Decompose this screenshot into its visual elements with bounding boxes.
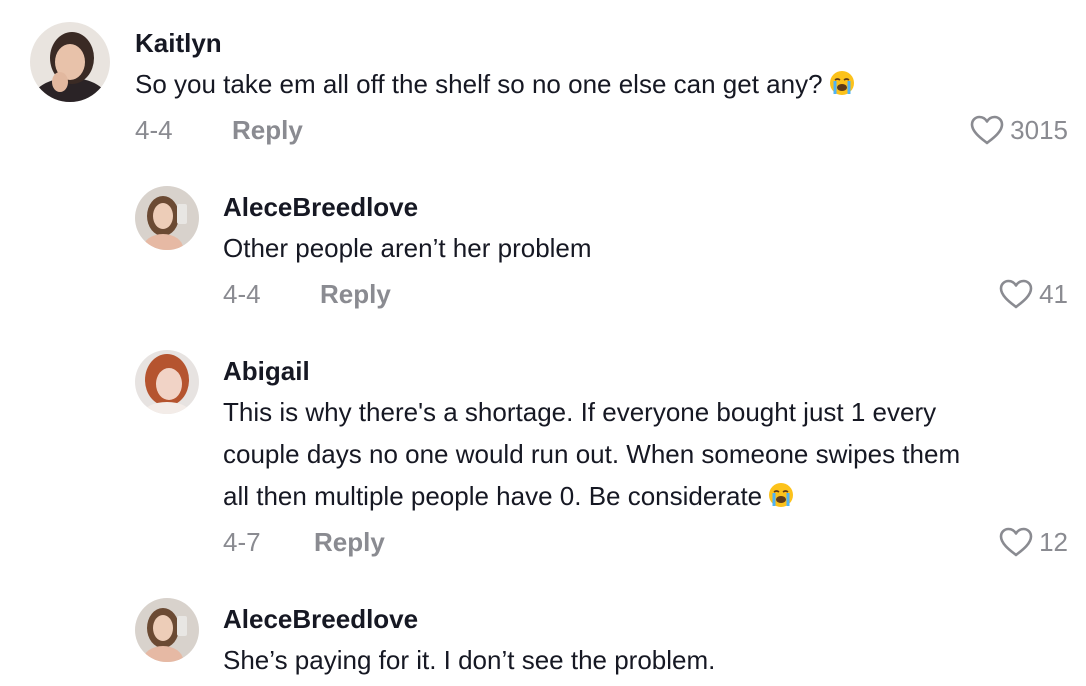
comment-date: 4-4 (135, 115, 173, 145)
like-button[interactable]: 3015 (970, 115, 1068, 145)
heart-outline-icon (999, 527, 1033, 557)
comment-text: Other people aren’t her problem (223, 233, 592, 263)
comment-text: She’s paying for it. I don’t see the pro… (223, 645, 716, 675)
comment-text-line: couple days no one would run out. When s… (223, 439, 961, 469)
comment-text-line: all then multiple people have 0. Be cons… (223, 475, 794, 520)
like-count: 3015 (1010, 115, 1068, 145)
loudly-crying-face-emoji-icon (829, 66, 855, 108)
avatar-abigail[interactable] (135, 350, 199, 414)
like-count: 12 (1039, 527, 1068, 557)
comment-username[interactable]: AleceBreedlove (223, 604, 418, 634)
heart-outline-icon (970, 115, 1004, 145)
reply-button[interactable]: Reply (320, 279, 391, 309)
avatar-alecebreedlove[interactable] (135, 186, 199, 250)
comment-text-line: This is why there's a shortage. If every… (223, 397, 937, 427)
reply-button[interactable]: Reply (314, 527, 385, 557)
comment-username[interactable]: Kaitlyn (135, 28, 222, 58)
comment-text-content: So you take em all off the shelf so no o… (135, 69, 823, 99)
comment-text: So you take em all off the shelf so no o… (135, 63, 855, 108)
avatar-kaitlyn[interactable] (30, 22, 110, 102)
comment-username[interactable]: Abigail (223, 356, 310, 386)
comment-username[interactable]: AleceBreedlove (223, 192, 418, 222)
avatar-alecebreedlove[interactable] (135, 598, 199, 662)
comment-date: 4-7 (223, 527, 261, 557)
comment-date: 4-4 (223, 279, 261, 309)
like-button[interactable]: 12 (999, 527, 1068, 557)
reply-button[interactable]: Reply (232, 115, 303, 145)
comment-text-content: all then multiple people have 0. Be cons… (223, 481, 763, 511)
heart-outline-icon (999, 279, 1033, 309)
like-button[interactable]: 41 (999, 279, 1068, 309)
loudly-crying-face-emoji-icon (768, 478, 794, 520)
like-count: 41 (1039, 279, 1068, 309)
